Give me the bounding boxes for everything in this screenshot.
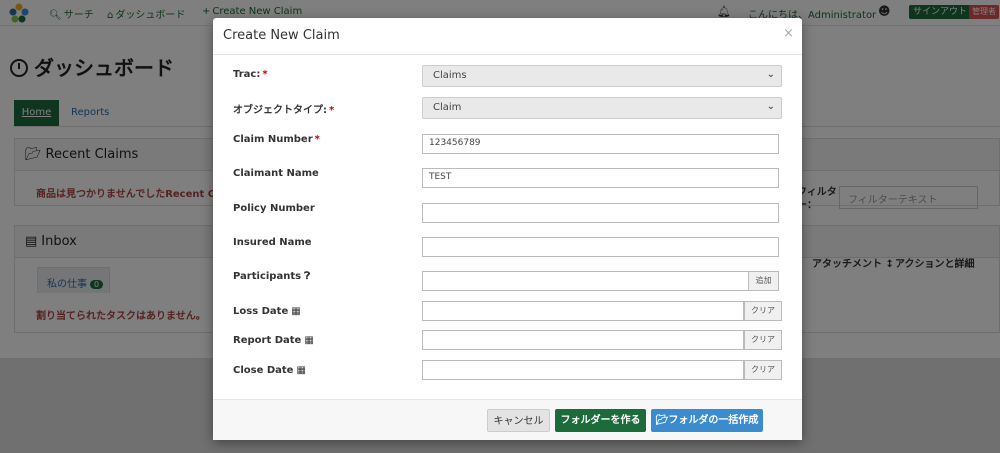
cancel-button[interactable]: キャンセル [487, 409, 550, 432]
chevron-down-icon: ⌄ [766, 101, 775, 112]
loss-date-input[interactable] [422, 301, 744, 321]
create-folder-button[interactable]: フォルダーを作る [555, 409, 646, 432]
required-marker: * [314, 134, 320, 145]
trac-label-text: Trac: [233, 69, 261, 80]
close-date-label: Close Date ▦ [233, 365, 306, 376]
modal-footer: キャンセル フォルダーを作る 📂︎フォルダの一括作成 [213, 399, 802, 440]
claimant-name-input[interactable]: TEST [422, 168, 779, 188]
close-date-label-text: Close Date [233, 365, 294, 376]
object-type-label-text: オブジェクトタイプ: [233, 105, 327, 116]
object-type-label: オブジェクトタイプ: * [233, 101, 334, 116]
close-date-input[interactable] [422, 360, 744, 380]
insured-name-input[interactable] [422, 237, 779, 257]
loss-date-label: Loss Date ▦ [233, 306, 301, 317]
participants-add-button[interactable]: 追加 [748, 271, 779, 291]
close-icon[interactable]: × [783, 26, 794, 41]
participants-label: Participants ❓︎ [233, 271, 310, 282]
claim-number-label: Claim Number * [233, 134, 320, 145]
calendar-icon: ▦ [291, 306, 301, 317]
calendar-icon: ▦ [304, 335, 314, 346]
object-type-select[interactable]: Claim ⌄ [422, 97, 782, 119]
participants-input[interactable] [422, 271, 749, 291]
claimant-name-label: Claimant Name [233, 168, 319, 179]
report-date-label-text: Report Date [233, 335, 302, 346]
policy-number-input[interactable] [422, 203, 779, 223]
calendar-icon: ▦ [296, 365, 306, 376]
modal-header: Create New Claim × [213, 18, 802, 55]
required-marker: * [329, 105, 335, 116]
modal-title: Create New Claim [223, 28, 340, 43]
claim-number-input[interactable]: 123456789 [422, 134, 779, 154]
required-marker: * [262, 69, 268, 80]
trac-select-value: Claims [433, 70, 467, 81]
bulk-create-label: フォルダの一括作成 [668, 415, 759, 426]
loss-date-label-text: Loss Date [233, 306, 289, 317]
object-type-select-value: Claim [433, 102, 462, 113]
trac-select[interactable]: Claims ⌄ [422, 65, 782, 87]
trac-label: Trac: * [233, 69, 268, 80]
loss-date-clear-button[interactable]: クリア [744, 301, 782, 321]
report-date-label: Report Date ▦ [233, 335, 314, 346]
participants-label-text: Participants [233, 271, 302, 282]
policy-number-label: Policy Number [233, 203, 315, 214]
claim-number-label-text: Claim Number [233, 134, 313, 145]
folder-open-icon: 📂︎ [655, 415, 669, 426]
bulk-create-folder-button[interactable]: 📂︎フォルダの一括作成 [651, 409, 763, 432]
chevron-down-icon: ⌄ [766, 69, 775, 80]
create-claim-modal: Create New Claim × Trac: * Claims ⌄ オブジェク… [213, 18, 802, 440]
insured-name-label: Insured Name [233, 237, 312, 248]
report-date-clear-button[interactable]: クリア [744, 330, 782, 350]
report-date-input[interactable] [422, 330, 744, 350]
close-date-clear-button[interactable]: クリア [744, 360, 782, 380]
question-circle-icon[interactable]: ❓︎ [304, 271, 310, 282]
